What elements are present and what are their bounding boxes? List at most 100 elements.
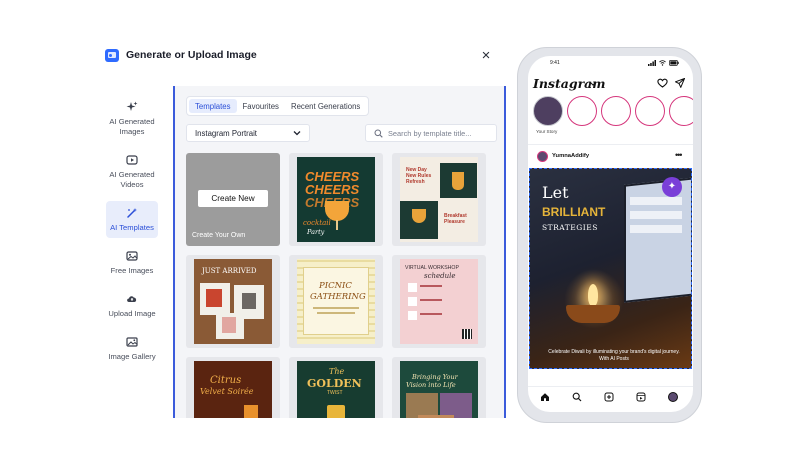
post-image: ✦ Let BRILLIANT STRATEGIES Celebrate Diw… xyxy=(529,168,692,369)
templates-panel: Templates Favourites Recent Generations … xyxy=(173,86,506,418)
tab-bar: Templates Favourites Recent Generations xyxy=(186,96,370,116)
template-text: Pleasure xyxy=(444,219,465,225)
search-icon xyxy=(374,129,383,138)
home-icon[interactable] xyxy=(540,392,550,402)
laptop-screen-ui xyxy=(630,197,682,205)
template-text: GOLDEN xyxy=(307,377,362,390)
story-label: Your Story xyxy=(536,129,558,134)
signal-icon xyxy=(648,60,656,66)
sidebar-item-label: AI Generated Videos xyxy=(109,170,155,189)
diya-lamp-image xyxy=(566,305,620,323)
chevron-down-icon xyxy=(590,82,596,86)
template-card-cheers[interactable]: CHEERS CHEERS CHEERS cocktail Party xyxy=(289,153,383,246)
search-input[interactable] xyxy=(388,127,494,140)
template-card-just-arrived[interactable]: JUST ARRIVED xyxy=(186,255,280,348)
close-button[interactable]: × xyxy=(479,48,493,63)
template-text: Velvet Soirée xyxy=(200,387,254,396)
template-text: The xyxy=(329,367,345,376)
template-text: Citrus xyxy=(210,375,242,386)
sidebar-item-ai-templates[interactable]: AI Templates xyxy=(106,201,158,238)
sidebar-item-label: AI Templates xyxy=(110,223,154,232)
laptop-screen-ui xyxy=(630,225,682,233)
sidebar-item-label: Upload Image xyxy=(108,309,156,318)
template-thumbnail: CHEERS CHEERS CHEERS cocktail Party xyxy=(297,157,375,242)
image-icon xyxy=(126,250,138,262)
template-text: TWIST xyxy=(327,390,343,396)
more-options-icon[interactable]: ••• xyxy=(675,150,683,160)
stories-row: Your Story xyxy=(533,96,693,136)
drink-glass-image xyxy=(244,405,258,418)
tab-templates[interactable]: Templates xyxy=(189,99,237,113)
avatar[interactable] xyxy=(537,151,548,162)
product-swatch xyxy=(206,289,222,307)
story-item[interactable] xyxy=(669,96,693,126)
sidebar-item-image-gallery[interactable]: Image Gallery xyxy=(106,330,158,367)
profile-avatar[interactable] xyxy=(668,392,678,402)
template-grid: Create New Create Your Own CHEERS CHEERS… xyxy=(186,153,486,418)
post-title-line-2: BRILLIANT xyxy=(542,205,606,219)
status-time: 9:41 xyxy=(550,60,560,66)
template-thumbnail: New Day New Rules Refresh Breakfast Plea… xyxy=(400,157,478,242)
product-swatch xyxy=(222,317,236,333)
video-icon xyxy=(126,154,138,166)
search-icon[interactable] xyxy=(572,392,582,402)
sidebar-nav: AI Generated Images AI Generated Videos … xyxy=(106,95,158,373)
battery-icon xyxy=(669,60,679,66)
schedule-date-badge xyxy=(408,283,417,292)
juice-glass-image xyxy=(452,172,464,190)
wifi-icon xyxy=(659,60,666,66)
template-thumbnail: Bringing Your Vision into Life xyxy=(400,361,478,418)
post-header: YumnaAddify ••• xyxy=(528,144,693,162)
story-item[interactable] xyxy=(601,96,631,126)
template-text: PICNIC xyxy=(319,281,352,291)
template-text: Vision into Life xyxy=(406,381,456,389)
cocktail-glass-image xyxy=(325,201,349,221)
magic-badge-icon[interactable]: ✦ xyxy=(662,177,682,197)
template-thumbnail: The GOLDEN TWIST xyxy=(297,361,375,418)
cloud-upload-icon xyxy=(126,293,138,305)
template-card-citrus[interactable]: Citrus Velvet Soirée xyxy=(186,357,280,418)
create-new-button[interactable]: Create New xyxy=(198,190,268,207)
template-card-picnic[interactable]: PICNIC GATHERING xyxy=(289,255,383,348)
create-your-own-label: Create Your Own xyxy=(192,232,246,239)
post-title-line-3: STRATEGIES xyxy=(542,223,598,232)
chevron-down-icon xyxy=(293,131,301,136)
template-card-workshop[interactable]: VIRTUAL WORKSHOP schedule xyxy=(392,255,486,348)
template-text: Party xyxy=(307,228,325,236)
sidebar-item-label: AI Generated Images xyxy=(109,117,155,136)
template-thumbnail: PICNIC GATHERING xyxy=(297,259,375,344)
story-item[interactable] xyxy=(635,96,665,126)
template-text: Bringing Your xyxy=(412,373,458,381)
template-text: cocktail xyxy=(303,219,331,227)
send-icon[interactable] xyxy=(675,78,685,88)
create-new-card[interactable]: Create New Create Your Own xyxy=(186,153,280,246)
template-card-vision[interactable]: Bringing Your Vision into Life xyxy=(392,357,486,418)
juice-glass-image xyxy=(412,209,426,223)
text-line xyxy=(317,312,355,314)
post-username[interactable]: YumnaAddify xyxy=(552,153,589,159)
post-caption: Celebrate Diwali by illuminating your br… xyxy=(548,349,680,362)
reels-icon[interactable] xyxy=(636,392,646,402)
tab-recent-generations[interactable]: Recent Generations xyxy=(285,99,366,113)
sparkles-icon xyxy=(126,101,138,113)
heart-icon[interactable] xyxy=(657,78,668,88)
story-item[interactable] xyxy=(567,96,597,126)
sidebar-item-ai-generated-images[interactable]: AI Generated Images xyxy=(106,95,158,142)
text-line xyxy=(313,307,359,309)
cocktail-stem-image xyxy=(336,220,338,230)
sidebar-item-ai-generated-videos[interactable]: AI Generated Videos xyxy=(106,148,158,195)
dialog-title: Generate or Upload Image xyxy=(126,49,257,61)
format-select-value: Instagram Portrait xyxy=(195,129,257,138)
template-text: schedule xyxy=(424,272,456,280)
sidebar-item-label: Image Gallery xyxy=(108,352,156,361)
add-post-icon[interactable] xyxy=(604,392,614,402)
schedule-line xyxy=(420,285,442,287)
sidebar-item-upload-image[interactable]: Upload Image xyxy=(106,287,158,324)
template-card-breakfast[interactable]: New Day New Rules Refresh Breakfast Plea… xyxy=(392,153,486,246)
photo-collage xyxy=(418,415,454,418)
tab-favourites[interactable]: Favourites xyxy=(237,99,285,113)
story-your-story[interactable] xyxy=(533,96,563,126)
format-select[interactable]: Instagram Portrait xyxy=(186,124,310,142)
sidebar-item-free-images[interactable]: Free Images xyxy=(106,244,158,281)
template-card-golden-twist[interactable]: The GOLDEN TWIST xyxy=(289,357,383,418)
